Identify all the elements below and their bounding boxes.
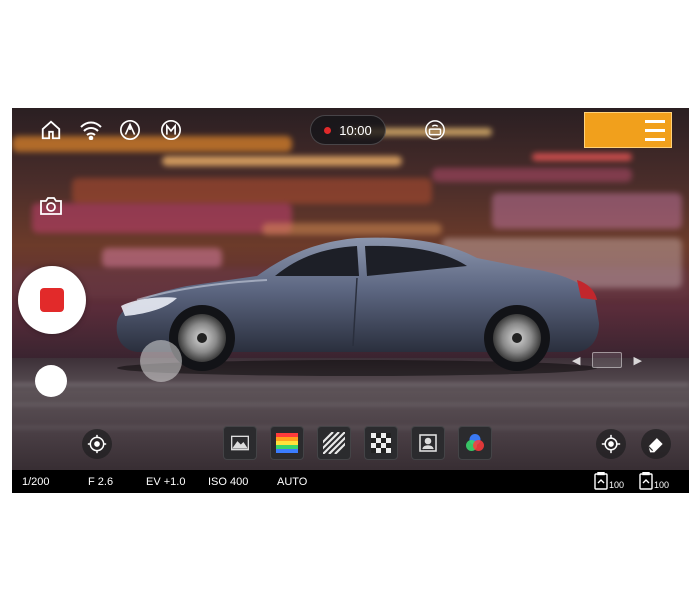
battery-1: 100 (594, 472, 624, 490)
status-bar: 1/200 F 2.6 EV +1.0 ISO 400 AUTO 100 100 (12, 470, 689, 493)
crosshair-icon (601, 434, 621, 454)
battery-icon (639, 472, 653, 490)
recording-dot-icon (324, 126, 332, 134)
color-bars-button[interactable] (270, 426, 304, 460)
manual-mode-icon[interactable] (158, 118, 184, 142)
secondary-shutter-button[interactable] (35, 365, 67, 397)
camera-viewfinder: 10:00 ◀ ▶ 1/200 F 2.6 EV +1.0 ISO 400 AU… (12, 108, 689, 493)
target-icon (87, 434, 107, 454)
image-profile-icon (231, 435, 249, 451)
record-button[interactable] (18, 266, 86, 334)
home-icon[interactable] (39, 118, 63, 142)
eraser-icon (648, 438, 663, 453)
battery-2-percent: 100 (654, 480, 670, 490)
car-image (116, 237, 599, 376)
focus-joystick[interactable] (140, 340, 182, 382)
stop-icon (40, 288, 64, 312)
timer-text: 10:00 (339, 122, 372, 138)
zoom-box (592, 352, 622, 368)
image-profile-button[interactable] (223, 426, 257, 460)
router-icon[interactable] (423, 118, 447, 142)
chevron-right-icon[interactable]: ▶ (634, 354, 642, 367)
portrait-frame-button[interactable] (411, 426, 445, 460)
rgb-circles-icon (466, 434, 484, 451)
zebra-button[interactable] (317, 426, 351, 460)
crosshair-button[interactable] (596, 429, 626, 459)
battery-1-percent: 100 (609, 480, 625, 490)
focus-peaking-button[interactable] (364, 426, 398, 460)
audio-level-meter[interactable] (584, 112, 672, 148)
iso-value[interactable]: ISO 400 (208, 476, 248, 488)
focus-target-button[interactable] (82, 429, 112, 459)
checker-icon (371, 433, 391, 453)
shutter-speed[interactable]: 1/200 (22, 476, 50, 488)
aperture[interactable]: F 2.6 (88, 476, 113, 488)
exposure-value[interactable]: EV +1.0 (146, 476, 185, 488)
recording-timer[interactable]: 10:00 (310, 115, 386, 145)
compass-icon[interactable] (117, 118, 143, 142)
zoom-control[interactable]: ◀ ▶ (572, 351, 642, 369)
color-bars-icon (276, 433, 298, 453)
white-balance[interactable]: AUTO (277, 476, 307, 488)
zebra-icon (323, 432, 345, 454)
eraser-button[interactable] (641, 429, 671, 459)
portrait-frame-icon (419, 434, 437, 452)
camera-icon[interactable] (37, 193, 65, 219)
wifi-icon[interactable] (78, 118, 104, 142)
battery-2: 100 (639, 472, 669, 490)
chevron-left-icon[interactable]: ◀ (572, 354, 580, 367)
battery-icon (594, 472, 608, 490)
rgb-button[interactable] (458, 426, 492, 460)
